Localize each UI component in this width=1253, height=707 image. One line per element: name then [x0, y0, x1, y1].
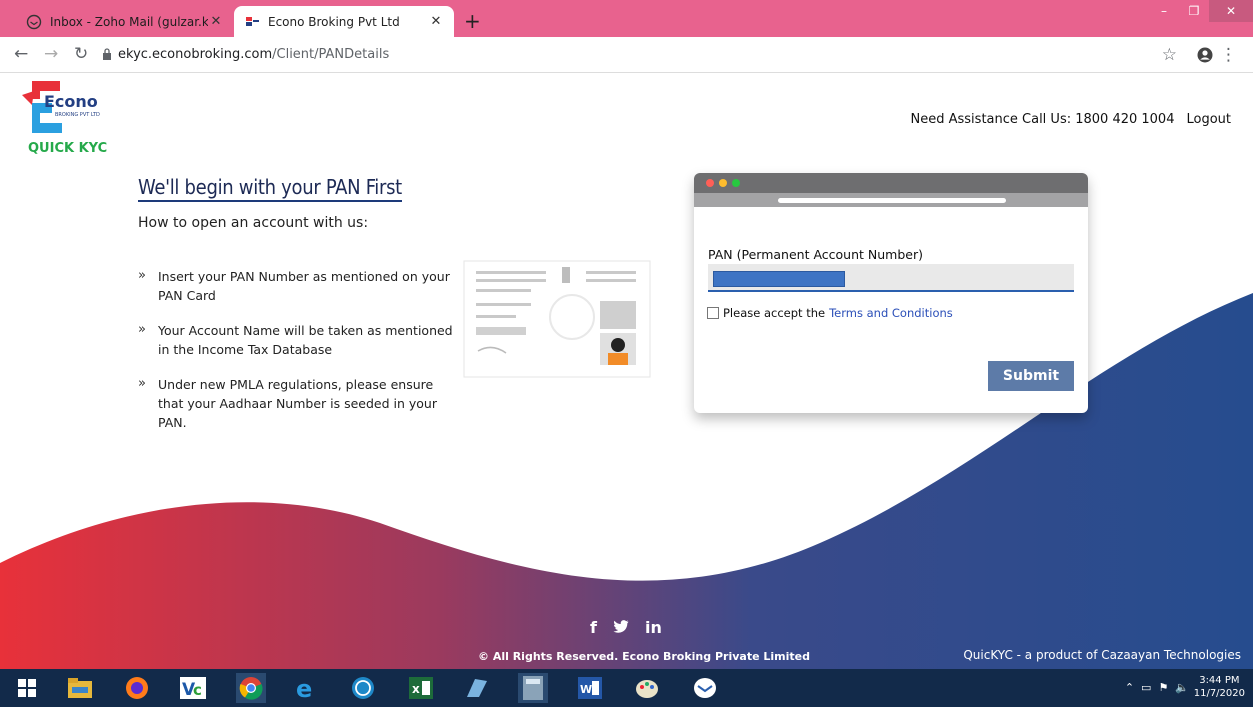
list-item: » Insert your PAN Number as mentioned on … — [138, 267, 458, 305]
url-field[interactable]: ekyc.econobroking.com/Client/PANDetails — [118, 47, 389, 62]
double-chevron-icon: » — [138, 376, 146, 391]
zoho-mail-app-icon[interactable] — [348, 673, 378, 703]
page-subtitle: How to open an account with us: — [138, 215, 369, 231]
url-domain: ekyc.econobroking.com — [118, 47, 273, 62]
double-chevron-icon: » — [138, 322, 146, 337]
list-item: » Under new PMLA regulations, please ensu… — [138, 375, 458, 432]
pan-input[interactable] — [708, 264, 1074, 292]
step-text: Under new PMLA regulations, please ensur… — [158, 377, 437, 430]
social-links: f in — [590, 618, 662, 637]
system-tray-icons[interactable]: ⌃ ▭ ⚑ 🔈 — [1125, 681, 1189, 694]
tab-inbox[interactable]: Inbox - Zoho Mail (gulzar.kardon ✕ — [16, 6, 234, 37]
lock-icon — [103, 48, 111, 60]
zoho-mail-icon — [26, 14, 42, 29]
window-controls: – ❐ ✕ — [1149, 0, 1253, 22]
terms-text: Please accept the — [723, 306, 826, 320]
maximize-dot-icon — [732, 179, 740, 187]
page-content: Econo BROKING PVT LTD QUICK KYC Need Ass… — [0, 73, 1253, 669]
outlook-icon[interactable] — [690, 673, 720, 703]
new-tab-button[interactable]: + — [464, 11, 481, 31]
pan-input-autofill — [713, 271, 845, 287]
address-bar: ← → ↻ ekyc.econobroking.com/Client/PANDe… — [0, 37, 1253, 73]
internet-explorer-icon[interactable]: e — [292, 673, 322, 703]
pan-card-illustration — [463, 260, 651, 378]
close-dot-icon — [706, 179, 714, 187]
windows-start-icon[interactable] — [12, 673, 42, 703]
url-path: /Client/PANDetails — [272, 47, 390, 62]
file-explorer-icon[interactable] — [65, 673, 95, 703]
tab-title: Econo Broking Pvt Ltd — [268, 14, 400, 29]
facebook-icon[interactable]: f — [590, 618, 597, 637]
svg-text:BROKING PVT LTD: BROKING PVT LTD — [55, 112, 100, 118]
product-credit: QuicKYC - a product of Cazaayan Technolo… — [963, 648, 1241, 662]
excel-icon[interactable]: x — [406, 673, 436, 703]
calculator-icon[interactable] — [518, 673, 548, 703]
toolbar-pill — [778, 198, 1006, 203]
clock-date: 11/7/2020 — [1193, 688, 1245, 699]
vc-app-icon[interactable]: Vc — [178, 673, 208, 703]
taskbar-clock[interactable]: 3:44 PM 11/7/2020 — [1194, 674, 1245, 700]
svg-text:c: c — [193, 681, 202, 699]
terms-link[interactable]: Terms and Conditions — [829, 306, 953, 320]
chrome-icon[interactable] — [236, 673, 266, 703]
window-toolbar — [694, 193, 1088, 207]
list-item: » Your Account Name will be taken as ment… — [138, 321, 458, 359]
clock-time: 3:44 PM — [1199, 675, 1240, 686]
tab-econo[interactable]: Econo Broking Pvt Ltd ✕ — [234, 6, 454, 37]
word-icon[interactable]: W — [575, 673, 605, 703]
windows-taskbar: Vc e x W ⌃ ▭ ⚑ 🔈 3:44 PM 11/7/2020 — [0, 669, 1253, 707]
double-chevron-icon: » — [138, 268, 146, 283]
tab-title: Inbox - Zoho Mail (gulzar.kardon — [50, 14, 208, 29]
paint-icon[interactable] — [632, 673, 662, 703]
svg-text:e: e — [296, 676, 312, 700]
page-title: We'll begin with your PAN First — [138, 175, 402, 202]
instructions-list: » Insert your PAN Number as mentioned on … — [138, 267, 458, 448]
restore-icon[interactable]: ❐ — [1179, 0, 1209, 22]
minimize-dot-icon — [719, 179, 727, 187]
reload-icon[interactable]: ↻ — [74, 44, 88, 64]
terms-checkbox[interactable] — [707, 307, 719, 319]
bookmark-star-icon[interactable]: ☆ — [1162, 45, 1177, 65]
pan-form-window: PAN (Permanent Account Number) Please ac… — [694, 173, 1088, 413]
close-tab-icon[interactable]: ✕ — [428, 14, 444, 29]
firefox-icon[interactable] — [122, 673, 152, 703]
assistance-text: Need Assistance Call Us: 1800 420 1004 — [910, 112, 1175, 127]
terms-row: Please accept the Terms and Conditions — [707, 306, 953, 320]
svg-text:x: x — [412, 682, 420, 696]
submit-button[interactable]: Submit — [988, 361, 1074, 391]
copyright-text: © All Rights Reserved. Econo Broking Pri… — [478, 650, 810, 663]
linkedin-icon[interactable]: in — [645, 618, 662, 637]
close-tab-icon[interactable]: ✕ — [208, 14, 224, 29]
step-text: Your Account Name will be taken as menti… — [158, 323, 453, 357]
econo-favicon-icon — [246, 16, 259, 26]
app-icon[interactable] — [462, 673, 492, 703]
browser-tab-bar: Inbox - Zoho Mail (gulzar.kardon ✕ Econo… — [0, 0, 1253, 37]
back-icon[interactable]: ← — [14, 44, 28, 64]
forward-icon[interactable]: → — [44, 44, 58, 64]
logo-text: QUICK KYC — [28, 141, 108, 156]
twitter-icon[interactable] — [613, 618, 629, 637]
window-titlebar — [694, 173, 1088, 193]
svg-text:W: W — [580, 683, 592, 696]
assistance-bar: Need Assistance Call Us: 1800 420 1004 Lo… — [911, 112, 1231, 127]
close-window-icon[interactable]: ✕ — [1209, 0, 1253, 22]
minimize-icon[interactable]: – — [1149, 0, 1179, 22]
pan-label: PAN (Permanent Account Number) — [708, 247, 923, 262]
svg-text:Econo: Econo — [44, 92, 98, 111]
profile-icon[interactable] — [1197, 47, 1213, 63]
menu-kebab-icon[interactable]: ⋮ — [1220, 45, 1237, 65]
step-text: Insert your PAN Number as mentioned on y… — [158, 269, 450, 303]
logout-link[interactable]: Logout — [1186, 112, 1231, 127]
